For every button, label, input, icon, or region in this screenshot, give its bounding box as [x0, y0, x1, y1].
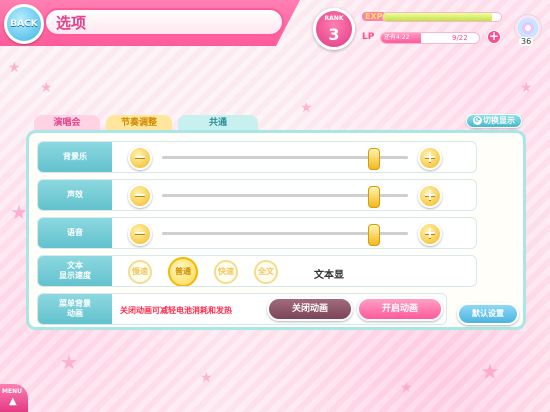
text-speed-label: 文本 显示速度 [38, 256, 112, 286]
speed-fast-button[interactable]: 快速 [214, 260, 238, 284]
settings-panel: 背景乐 − + 声效 − + 语音 − + 文本 显示速度 慢速 普通 快速 全… [26, 130, 526, 330]
star-decoration: ★ [40, 80, 53, 96]
voice-plus-button[interactable]: + [418, 222, 442, 246]
star-decoration: ★ [60, 350, 78, 374]
se-label: 声效 [38, 180, 112, 210]
default-settings-button[interactable]: 默认设置 [457, 303, 519, 325]
menu-button[interactable]: MENU ▲ [0, 384, 28, 412]
setting-row-voice: 语音 − + [37, 217, 477, 249]
voice-label: 语音 [38, 218, 112, 248]
animation-off-button[interactable]: 关闭动画 [267, 297, 353, 321]
lp-recover-note: 还有4:22 [384, 34, 410, 41]
tab-common[interactable]: 共通 [178, 115, 258, 131]
lp-plus-button[interactable]: + [487, 30, 501, 44]
tab-rhythm-adjust[interactable]: 节奏调整 [106, 115, 172, 131]
page-title: 选项 [56, 14, 87, 32]
back-button[interactable]: BACK [4, 4, 44, 44]
star-decoration: ★ [8, 60, 21, 76]
tab-concert[interactable]: 演唱会 [34, 115, 100, 131]
lp-count: 9/22 [452, 34, 468, 42]
menu-anim-note: 关闭动画可减轻电池消耗和发热 [120, 306, 232, 315]
bgm-plus-button[interactable]: + [418, 146, 442, 170]
voice-slider-thumb[interactable] [367, 224, 380, 246]
bgm-slider-thumb[interactable] [367, 148, 380, 170]
voice-minus-button[interactable]: − [128, 222, 152, 246]
speed-slow-button[interactable]: 慢速 [128, 260, 152, 284]
text-speed-preview: 文本显 [314, 270, 344, 281]
star-decoration: ★ [200, 370, 213, 386]
menu-arrow-icon: ▲ [9, 396, 17, 407]
setting-row-text-speed: 文本 显示速度 慢速 普通 快速 全文 文本显 [37, 255, 477, 287]
setting-row-bgm: 背景乐 − + [37, 141, 477, 173]
exp-fill [383, 13, 492, 21]
se-slider-thumb[interactable] [367, 186, 380, 208]
disc-count: 36 [519, 37, 534, 46]
rank-badge: RANK 3 [313, 8, 355, 50]
animation-on-button[interactable]: 开启动画 [357, 297, 443, 321]
toggle-display-label: 切换显示 [483, 116, 515, 125]
exp-bar [382, 12, 502, 22]
star-decoration: ★ [300, 100, 313, 116]
se-minus-button[interactable]: − [128, 184, 152, 208]
speed-full-button[interactable]: 全文 [254, 260, 278, 284]
lp-label: LP [362, 32, 375, 42]
lp-fill: 还有4:22 [381, 33, 422, 43]
refresh-icon: ⟳ [473, 116, 482, 125]
bgm-label: 背景乐 [38, 142, 112, 172]
star-decoration: ★ [520, 80, 533, 96]
toggle-display-button[interactable]: ⟳ 切换显示 [466, 114, 522, 128]
star-decoration: ★ [480, 360, 500, 385]
se-plus-button[interactable]: + [418, 184, 442, 208]
rank-label: RANK [324, 15, 344, 22]
menu-anim-label: 菜单背景 动画 [38, 294, 112, 324]
menu-label: MENU [2, 388, 22, 395]
speed-normal-button[interactable]: 普通 [168, 257, 198, 286]
bgm-minus-button[interactable]: − [128, 146, 152, 170]
back-label: BACK [10, 19, 38, 29]
setting-row-se: 声效 − + [37, 179, 477, 211]
star-decoration: ★ [400, 380, 413, 396]
rank-value: 3 [328, 25, 340, 44]
